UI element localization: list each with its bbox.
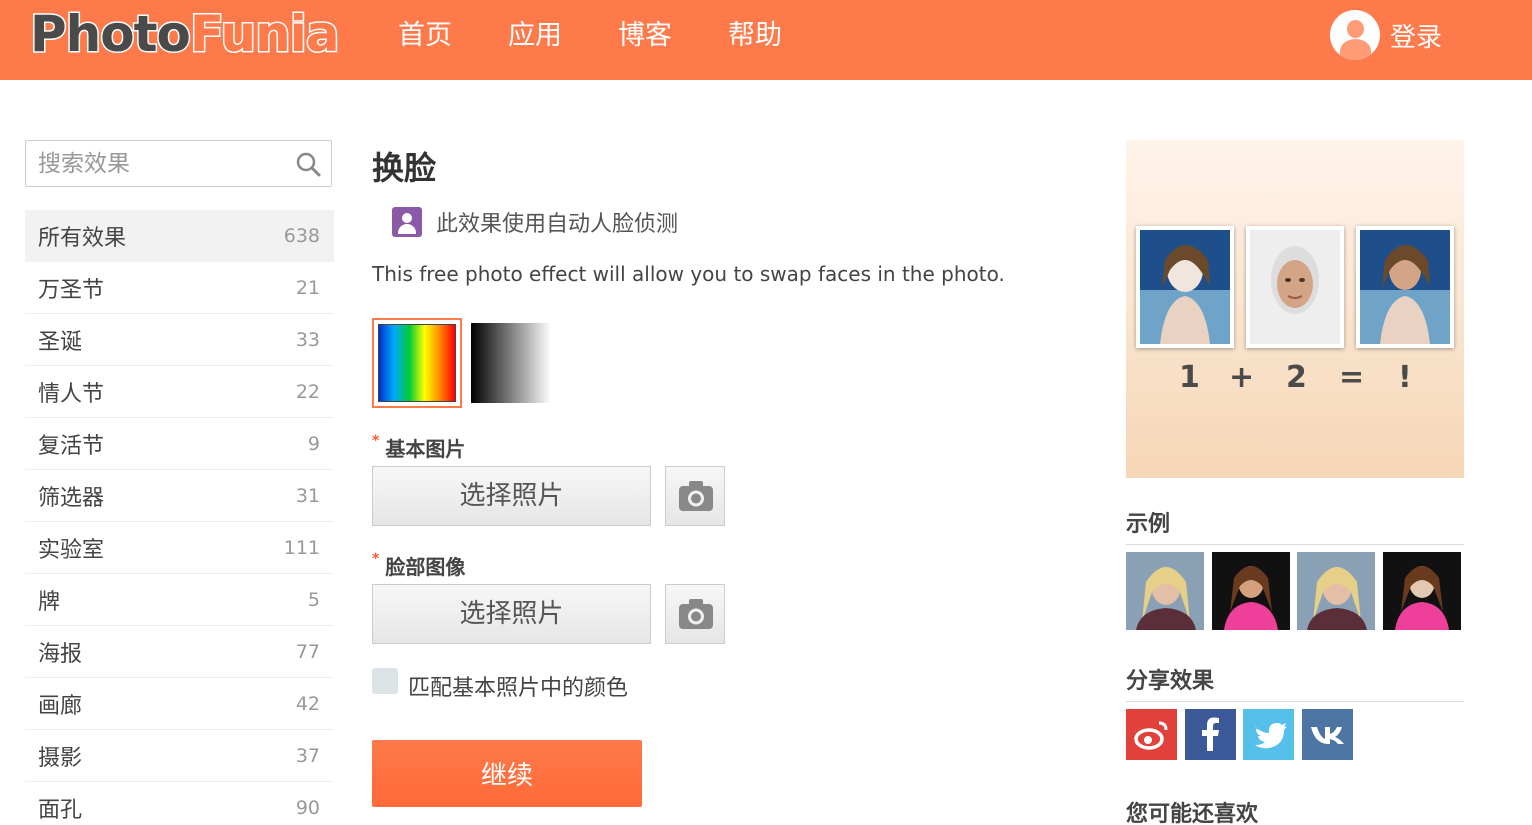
face-detection-note: 此效果使用自动人脸侦测 bbox=[392, 206, 678, 238]
you-may-like-title: 您可能还喜欢 bbox=[1126, 802, 1259, 825]
search-box bbox=[25, 140, 332, 187]
login-label: 登录 bbox=[1390, 22, 1443, 53]
category-count: 77 bbox=[295, 640, 320, 663]
category-name: 所有效果 bbox=[38, 225, 127, 251]
login-link[interactable]: 登录 bbox=[1330, 10, 1442, 60]
category-easter[interactable]: 复活节 9 bbox=[25, 418, 334, 470]
equation-equals: = bbox=[1339, 360, 1365, 395]
base-image-camera-button[interactable] bbox=[665, 466, 725, 526]
twitter-icon[interactable] bbox=[1243, 709, 1294, 760]
face-image-label-text: 脸部图像 bbox=[385, 555, 466, 579]
category-name: 复活节 bbox=[38, 433, 105, 459]
category-name: 筛选器 bbox=[38, 485, 105, 511]
category-name: 画廊 bbox=[38, 693, 83, 719]
equation-2: 2 bbox=[1286, 360, 1307, 395]
category-lab[interactable]: 实验室 111 bbox=[25, 522, 334, 574]
category-count: 638 bbox=[283, 224, 320, 247]
category-faces[interactable]: 面孔 90 bbox=[25, 782, 334, 825]
preview-photo-result bbox=[1356, 226, 1454, 348]
example-thumbnail[interactable] bbox=[1297, 552, 1375, 630]
facebook-icon[interactable] bbox=[1185, 709, 1236, 760]
category-count: 22 bbox=[295, 380, 320, 403]
category-count: 5 bbox=[307, 588, 320, 611]
face-image-camera-button[interactable] bbox=[665, 584, 725, 644]
base-image-label: * 基本图片 bbox=[372, 433, 465, 462]
face-detect-text: 此效果使用自动人脸侦测 bbox=[436, 212, 679, 237]
required-mark: * bbox=[372, 551, 380, 567]
example-thumbnail[interactable] bbox=[1383, 552, 1461, 630]
nav-apps[interactable]: 应用 bbox=[508, 0, 562, 80]
category-list: 所有效果 638 万圣节 21 圣诞 33 情人节 22 复活节 9 筛选器 31 实验室 1… bbox=[25, 210, 334, 825]
base-image-label-text: 基本图片 bbox=[385, 437, 466, 461]
color-option-rainbow[interactable] bbox=[372, 318, 462, 408]
weibo-icon[interactable] bbox=[1126, 709, 1177, 760]
vk-icon[interactable] bbox=[1302, 709, 1353, 760]
category-posters[interactable]: 海报 77 bbox=[25, 626, 334, 678]
effect-preview-image: 1 + 2 = ! bbox=[1126, 140, 1464, 478]
category-count: 31 bbox=[295, 484, 320, 507]
preview-photo-base bbox=[1136, 226, 1234, 348]
category-valentine[interactable]: 情人节 22 bbox=[25, 366, 334, 418]
category-name: 摄影 bbox=[38, 745, 83, 771]
category-halloween[interactable]: 万圣节 21 bbox=[25, 262, 334, 314]
photofunia-logo[interactable]: PhotoFunia bbox=[29, 4, 342, 65]
color-option-grayscale[interactable] bbox=[471, 323, 551, 403]
category-galleries[interactable]: 画廊 42 bbox=[25, 678, 334, 730]
category-name: 海报 bbox=[38, 641, 83, 667]
top-header: PhotoFunia 首页 应用 博客 帮助 登录 bbox=[0, 0, 1532, 80]
logo-text-photo: Photo bbox=[29, 4, 193, 65]
category-all[interactable]: 所有效果 638 bbox=[25, 210, 334, 262]
category-signs[interactable]: 牌5 bbox=[25, 574, 334, 626]
category-christmas[interactable]: 圣诞 33 bbox=[25, 314, 334, 366]
category-photography[interactable]: 摄影 37 bbox=[25, 730, 334, 782]
nav-help[interactable]: 帮助 bbox=[728, 0, 782, 80]
page-title: 换脸 bbox=[372, 149, 437, 187]
search-icon[interactable] bbox=[295, 151, 321, 177]
equation-1: 1 bbox=[1179, 360, 1200, 395]
category-name: 情人节 bbox=[38, 381, 105, 407]
category-count: 9 bbox=[307, 432, 320, 455]
category-count: 42 bbox=[295, 692, 320, 715]
example-thumbnail[interactable] bbox=[1212, 552, 1290, 630]
equation-plus: + bbox=[1229, 360, 1255, 395]
main-nav: 首页 应用 博客 帮助 bbox=[398, 0, 838, 80]
camera-icon bbox=[679, 599, 713, 629]
category-name: 面孔 bbox=[38, 797, 83, 823]
face-image-label: * 脸部图像 bbox=[372, 551, 465, 580]
category-name: 实验室 bbox=[38, 537, 105, 563]
category-count: 21 bbox=[295, 276, 320, 299]
equation-exclaim: ! bbox=[1398, 360, 1412, 395]
effect-description: This free photo effect will allow you to… bbox=[372, 262, 1005, 286]
category-name: 万圣节 bbox=[38, 277, 105, 303]
category-count: 90 bbox=[295, 796, 320, 819]
user-avatar-icon bbox=[1330, 10, 1380, 60]
base-image-choose-button[interactable]: 选择照片 bbox=[372, 466, 651, 526]
required-mark: * bbox=[372, 433, 380, 449]
examples-title: 示例 bbox=[1126, 506, 1464, 545]
category-count: 37 bbox=[295, 744, 320, 767]
logo-text-funia: Funia bbox=[188, 4, 341, 65]
nav-blog[interactable]: 博客 bbox=[618, 0, 672, 80]
category-name: 圣诞 bbox=[38, 329, 83, 355]
continue-button[interactable]: 继续 bbox=[372, 740, 642, 807]
search-input[interactable] bbox=[26, 141, 286, 186]
match-colors-checkbox[interactable] bbox=[372, 668, 398, 694]
category-name: 牌 bbox=[38, 589, 61, 615]
category-count: 111 bbox=[283, 536, 320, 559]
match-colors-label[interactable]: 匹配基本照片中的颜色 bbox=[408, 670, 628, 702]
face-image-choose-button[interactable]: 选择照片 bbox=[372, 584, 651, 644]
category-count: 33 bbox=[295, 328, 320, 351]
example-thumbnail[interactable] bbox=[1126, 552, 1204, 630]
camera-icon bbox=[679, 481, 713, 511]
share-title: 分享效果 bbox=[1126, 663, 1464, 702]
face-detect-icon bbox=[392, 207, 422, 237]
nav-home[interactable]: 首页 bbox=[398, 0, 452, 80]
category-filters[interactable]: 筛选器 31 bbox=[25, 470, 334, 522]
preview-photo-face bbox=[1246, 226, 1344, 348]
